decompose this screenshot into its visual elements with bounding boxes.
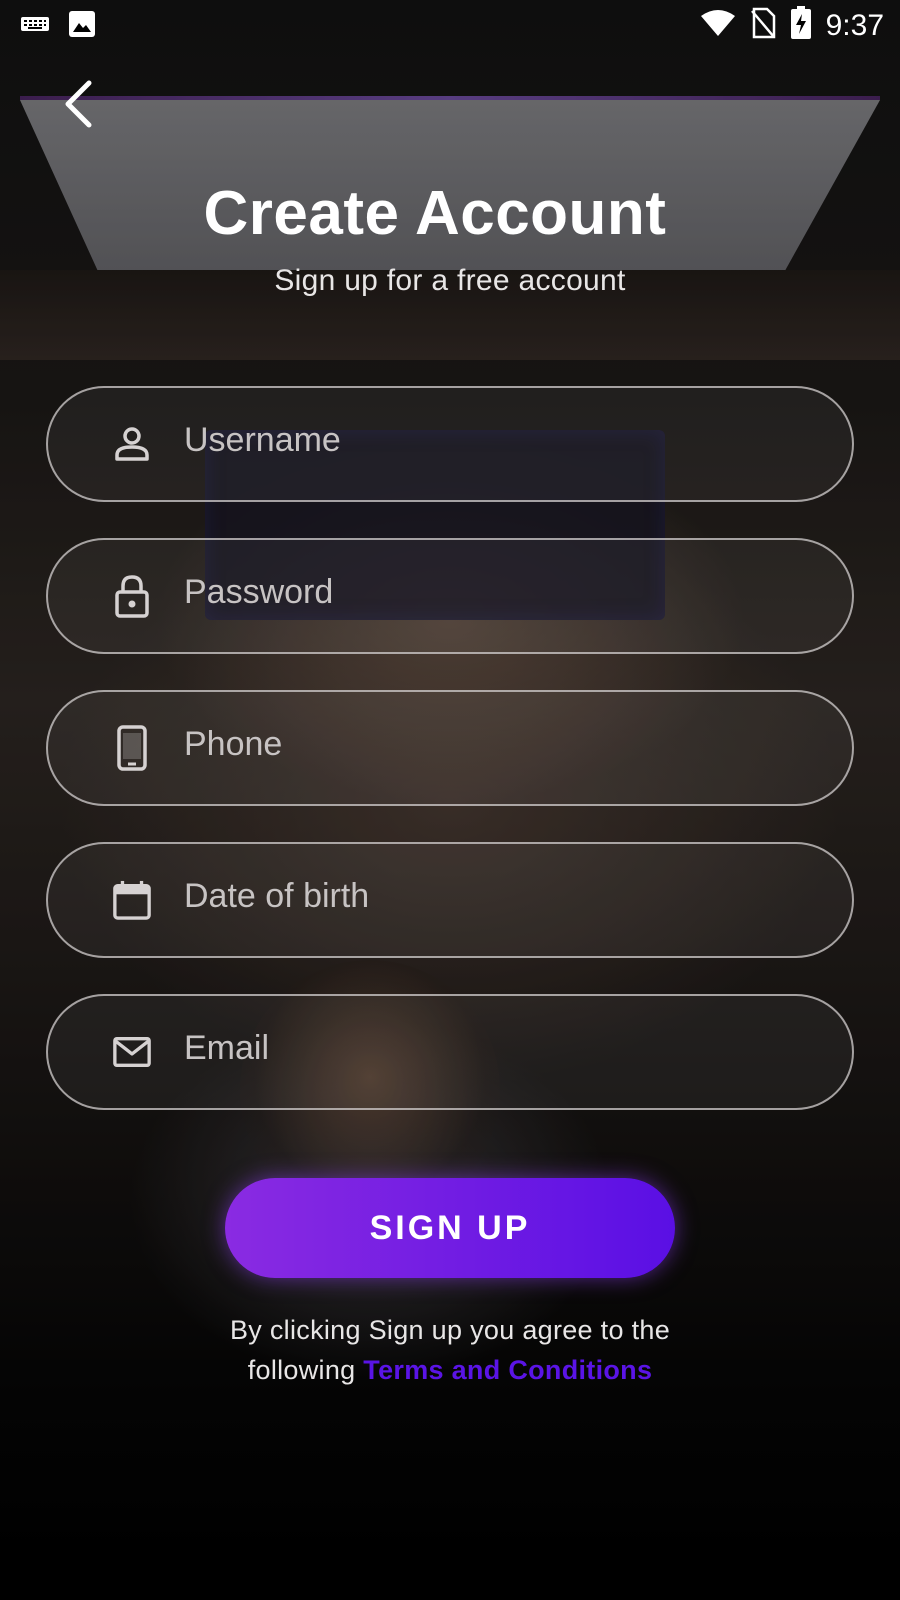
terms-line-2: following Terms and Conditions [0, 1350, 900, 1390]
terms-and-conditions-link[interactable]: Terms and Conditions [363, 1355, 652, 1385]
phone-input[interactable] [184, 716, 804, 772]
back-button[interactable] [52, 78, 104, 134]
keyboard-icon [20, 14, 50, 39]
terms-prefix: following [247, 1355, 356, 1385]
terms-line-1: By clicking Sign up you agree to the [229, 1315, 671, 1345]
username-field[interactable] [46, 386, 854, 502]
page-subtitle: Sign up for a free account [274, 264, 626, 297]
mail-icon [112, 1032, 152, 1072]
email-field[interactable] [46, 994, 854, 1110]
date-of-birth-field[interactable] [46, 842, 854, 958]
phone-field[interactable] [46, 690, 854, 806]
status-time: 9:37 [825, 8, 884, 42]
wifi-icon [700, 8, 736, 43]
image-icon [68, 10, 96, 43]
calendar-icon [112, 880, 152, 920]
person-icon [112, 424, 152, 464]
chevron-left-icon [61, 79, 95, 134]
password-input[interactable] [184, 564, 804, 620]
email-input[interactable] [184, 1020, 804, 1076]
lock-icon [112, 575, 152, 618]
date-of-birth-input[interactable] [184, 868, 804, 924]
page-title: Create Account [203, 179, 667, 248]
password-field[interactable] [46, 538, 854, 654]
phone-icon [112, 725, 152, 771]
sign-up-button[interactable]: SIGN UP [225, 1178, 675, 1278]
terms-notice: By clicking Sign up you agree to the fol… [0, 1310, 900, 1390]
no-sim-icon [750, 7, 776, 44]
battery-charging-icon [790, 6, 812, 45]
status-bar: 9:37 [0, 0, 900, 48]
username-input[interactable] [184, 412, 804, 468]
